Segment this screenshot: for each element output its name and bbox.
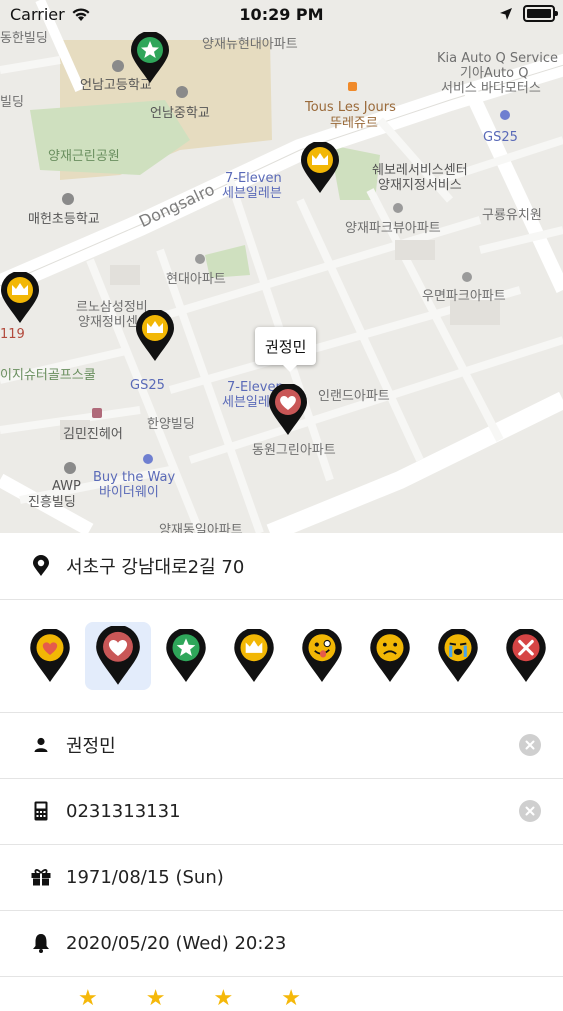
birthday-row[interactable]: 1971/08/15 (Sun) <box>0 844 563 911</box>
map-label: 인랜드아파트 <box>318 389 390 404</box>
birthday-field[interactable]: 1971/08/15 (Sun) <box>66 867 224 888</box>
map-pin-crown-icon[interactable] <box>300 142 340 194</box>
map-pin-crown-icon[interactable] <box>0 272 40 324</box>
pin-option-star[interactable] <box>153 622 219 690</box>
location-pin-icon <box>30 555 52 577</box>
clear-phone-button[interactable] <box>519 800 541 822</box>
school-poi-icon <box>176 86 188 98</box>
pin-icon-picker <box>0 600 563 713</box>
star-rating-icon[interactable]: ★ <box>78 988 98 1010</box>
poi-icon <box>64 462 76 474</box>
home-poi-icon <box>195 254 205 264</box>
heart-red-icon <box>96 626 140 685</box>
map-label: 기아Auto Q <box>460 66 529 81</box>
close-icon <box>525 740 535 750</box>
map-label: 119 <box>0 327 25 342</box>
map-label: 뚜레쥬르 <box>330 116 378 131</box>
person-icon <box>30 734 52 756</box>
status-bar: Carrier 10:29 PM <box>0 0 563 30</box>
pin-option-silly-face[interactable] <box>289 622 355 690</box>
map-label: 언남중학교 <box>150 106 210 121</box>
address-text: 서초구 강남대로2길 70 <box>66 557 245 578</box>
star-rating-icon[interactable]: ★ <box>213 988 233 1010</box>
map-label: 양재정비센 <box>78 315 138 330</box>
map-label: 한양빌딩 <box>147 417 195 432</box>
map-label: 양재뉴현대아파트 <box>202 37 298 52</box>
map-label: 구룡유치원 <box>482 208 542 223</box>
battery-icon <box>523 5 558 22</box>
map-label: 쉐보레서비스센터 <box>372 163 468 178</box>
cross-icon <box>506 629 546 682</box>
bakery-poi-icon <box>348 82 357 91</box>
pin-option-crying-face[interactable] <box>425 622 491 690</box>
pin-option-heart-red[interactable] <box>85 622 151 690</box>
map-label: AWP <box>52 479 81 494</box>
shop-poi-icon <box>143 454 153 464</box>
sad-face-icon <box>370 629 410 682</box>
map-label: 양재근린공원 <box>48 149 120 164</box>
name-row[interactable]: 권정민 <box>0 712 563 779</box>
map-label: 이지슈터골프스쿨 <box>0 368 96 383</box>
silly-face-icon <box>302 629 342 682</box>
star-rating-icon[interactable]: ★ <box>281 988 301 1010</box>
map-label: 바이더웨이 <box>99 485 159 500</box>
pin-option-heart-yellow[interactable] <box>17 622 83 690</box>
map-label: 7-Eleven <box>225 171 282 186</box>
map-label: GS25 <box>483 130 518 145</box>
gift-icon <box>30 866 52 888</box>
home-poi-icon <box>393 203 403 213</box>
heart-yellow-icon <box>30 629 70 682</box>
phone-icon <box>30 800 52 822</box>
crying-face-icon <box>438 629 478 682</box>
map-label: 세븐일레븐 <box>222 186 282 201</box>
pin-option-cross[interactable] <box>493 622 559 690</box>
star-icon <box>166 629 206 682</box>
school-poi-icon <box>112 60 124 72</box>
map-pin-star-icon[interactable] <box>130 32 170 84</box>
map-label: 김민진헤어 <box>63 427 123 442</box>
close-icon <box>525 806 535 816</box>
pin-option-crown[interactable] <box>221 622 287 690</box>
school-poi-icon <box>62 193 74 205</box>
reminder-row[interactable]: 2020/05/20 (Wed) 20:23 <box>0 910 563 977</box>
rating-stars[interactable]: ★ ★ ★ ★ <box>78 988 301 1010</box>
map-label: 동한빌딩 <box>0 31 48 46</box>
map-label: Tous Les Jours <box>305 100 396 115</box>
map-label: 동원그린아파트 <box>252 443 336 458</box>
map-label: 우면파크아파트 <box>422 289 506 304</box>
name-field[interactable]: 권정민 <box>66 732 116 758</box>
map-label: Kia Auto Q Service <box>437 51 558 66</box>
reminder-field[interactable]: 2020/05/20 (Wed) 20:23 <box>66 933 286 954</box>
map-pin-crown-icon[interactable] <box>135 310 175 362</box>
shop-poi-icon <box>500 110 510 120</box>
location-arrow-icon <box>500 7 512 20</box>
crown-icon <box>234 629 274 682</box>
map-label: 현대아파트 <box>166 272 226 287</box>
home-poi-icon <box>462 272 472 282</box>
bell-icon <box>30 932 52 954</box>
star-rating-icon[interactable]: ★ <box>146 988 166 1010</box>
map-label: 서비스 바다모터스 <box>441 81 541 96</box>
address-row[interactable]: 서초구 강남대로2길 70 <box>0 533 563 600</box>
shop-poi-icon <box>92 408 102 418</box>
map-label: 매헌초등학교 <box>28 212 100 227</box>
map-label: 진흥빌딩 <box>28 495 76 510</box>
pin-option-sad-face[interactable] <box>357 622 423 690</box>
map-label: 양재지정서비스 <box>378 178 462 193</box>
clock: 10:29 PM <box>239 5 324 24</box>
map-label: 양재동일아파트 <box>159 523 243 533</box>
clear-name-button[interactable] <box>519 734 541 756</box>
phone-row[interactable]: 0231313131 <box>0 778 563 845</box>
map-label: Buy the Way <box>93 470 176 485</box>
map-label: GS25 <box>130 378 165 393</box>
phone-field[interactable]: 0231313131 <box>66 801 181 822</box>
map-view[interactable]: 동한빌딩 양재뉴현대아파트 Kia Auto Q Service 기아Auto … <box>0 0 563 533</box>
map-label: 빌딩 <box>0 95 24 110</box>
pin-callout[interactable]: 권정민 <box>255 327 317 372</box>
map-pin-heart-icon[interactable] <box>268 384 308 436</box>
map-label: 양재파크뷰아파트 <box>345 221 441 236</box>
